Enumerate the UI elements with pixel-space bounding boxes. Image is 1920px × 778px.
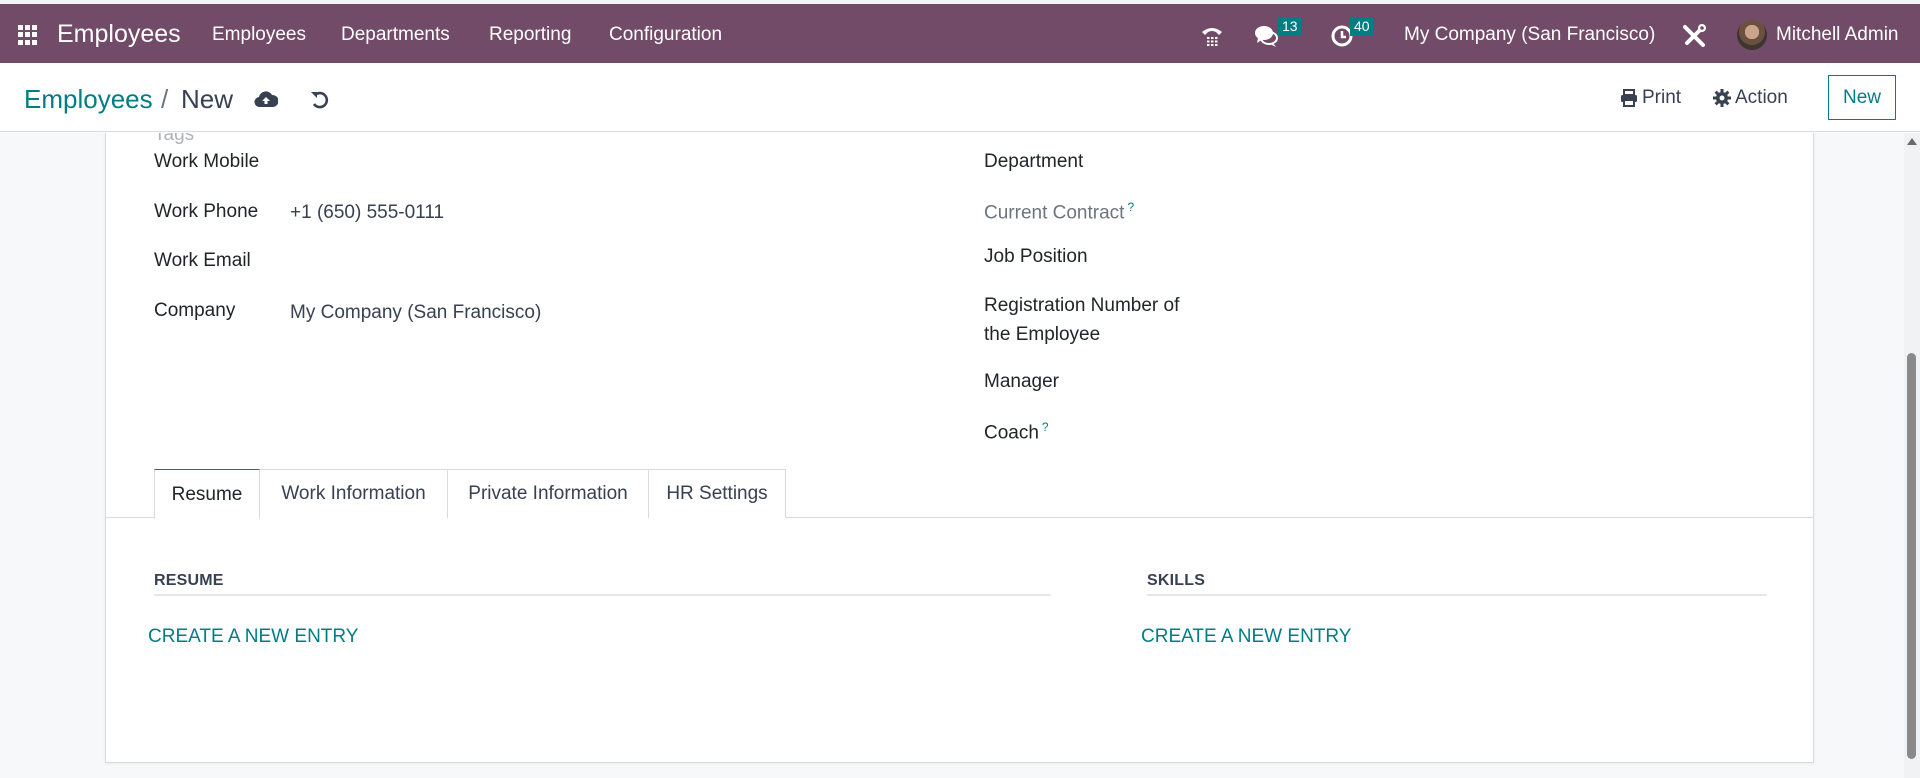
current-contract-text: Current Contract xyxy=(984,202,1125,224)
work-mobile-input[interactable] xyxy=(290,151,990,175)
resume-divider xyxy=(154,594,1051,596)
work-phone-label: Work Phone xyxy=(154,201,259,222)
user-avatar[interactable] xyxy=(1737,20,1767,50)
messages-badge: 13 xyxy=(1278,17,1302,36)
vertical-scrollbar[interactable] xyxy=(1904,133,1920,778)
print-button[interactable]: Print xyxy=(1620,87,1681,109)
manager-input[interactable] xyxy=(1206,371,1766,395)
printer-icon xyxy=(1621,89,1637,107)
tab-work-information[interactable]: Work Information xyxy=(259,469,448,518)
tab-resume[interactable]: Resume xyxy=(154,469,260,519)
save-cloud-icon[interactable] xyxy=(254,89,279,111)
apps-grid-icon[interactable] xyxy=(18,25,38,45)
menu-configuration[interactable]: Configuration xyxy=(609,24,722,46)
registration-number-label-line2: the Employee xyxy=(984,324,1101,345)
work-email-input[interactable] xyxy=(290,250,990,274)
work-phone-input[interactable]: +1 (650) 555-0111 xyxy=(290,202,444,224)
phone-icon[interactable] xyxy=(1200,24,1224,53)
app-brand[interactable]: Employees xyxy=(57,20,181,49)
company-switcher[interactable]: My Company (San Francisco) xyxy=(1404,24,1655,46)
work-email-label: Work Email xyxy=(154,250,251,271)
action-label: Action xyxy=(1735,87,1788,108)
main-navbar: Employees Employees Departments Reportin… xyxy=(0,4,1920,63)
breadcrumb-employees[interactable]: Employees xyxy=(24,84,153,115)
tab-hr-settings[interactable]: HR Settings xyxy=(648,469,786,518)
action-button[interactable]: Action xyxy=(1713,87,1788,109)
form-view: Tags Work Mobile Work Phone +1 (650) 555… xyxy=(0,133,1904,778)
activities-badge: 40 xyxy=(1350,17,1374,36)
coach-input[interactable] xyxy=(1206,420,1766,444)
resume-create-entry-link[interactable]: CREATE A NEW ENTRY xyxy=(148,626,358,648)
employee-form-sheet: Tags Work Mobile Work Phone +1 (650) 555… xyxy=(105,133,1814,763)
registration-number-label-line1: Registration Number of xyxy=(984,295,1180,316)
menu-departments[interactable]: Departments xyxy=(341,24,450,46)
tab-private-information[interactable]: Private Information xyxy=(447,469,649,518)
company-label: Company xyxy=(154,300,236,321)
skills-create-entry-link[interactable]: CREATE A NEW ENTRY xyxy=(1141,626,1351,648)
registration-number-input[interactable] xyxy=(1206,295,1766,319)
tools-icon[interactable] xyxy=(1681,23,1707,54)
control-panel: Employees / New Print Action New xyxy=(0,63,1920,132)
new-button[interactable]: New xyxy=(1828,75,1896,120)
current-contract-label: Current Contract? xyxy=(984,200,1134,224)
print-label: Print xyxy=(1642,87,1682,108)
skills-section-title: SKILLS xyxy=(1147,572,1206,589)
work-mobile-label: Work Mobile xyxy=(154,151,260,172)
coach-text: Coach xyxy=(984,422,1039,444)
coach-label: Coach? xyxy=(984,420,1049,444)
chat-icon[interactable] xyxy=(1254,24,1280,53)
breadcrumb-current: New xyxy=(181,84,234,114)
job-position-input[interactable] xyxy=(1206,246,1766,270)
help-tooltip-icon[interactable]: ? xyxy=(1127,200,1134,214)
menu-reporting[interactable]: Reporting xyxy=(489,24,571,46)
breadcrumb-separator: / xyxy=(161,84,169,114)
gear-icon xyxy=(1713,89,1731,107)
scrollbar-thumb[interactable] xyxy=(1907,353,1916,759)
department-input[interactable] xyxy=(1206,151,1766,175)
help-tooltip-icon[interactable]: ? xyxy=(1042,420,1049,434)
skills-divider xyxy=(1147,594,1767,596)
job-position-label: Job Position xyxy=(984,246,1088,267)
company-input[interactable]: My Company (San Francisco) xyxy=(290,302,541,324)
resume-section-title: RESUME xyxy=(154,572,224,589)
tags-label: Tags xyxy=(154,133,195,145)
menu-employees[interactable]: Employees xyxy=(212,24,306,46)
department-label: Department xyxy=(984,151,1084,172)
discard-undo-icon[interactable] xyxy=(309,89,333,111)
manager-label: Manager xyxy=(984,371,1059,392)
scroll-up-arrow-icon[interactable] xyxy=(1907,138,1917,145)
user-menu[interactable]: Mitchell Admin xyxy=(1776,24,1899,46)
